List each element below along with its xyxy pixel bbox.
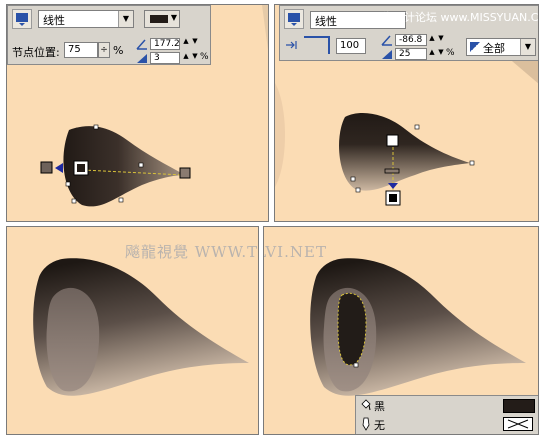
gradient-end-handle xyxy=(389,194,397,202)
fill-type-value: 线性 xyxy=(43,14,65,27)
fill-color-swatch[interactable] xyxy=(503,399,535,413)
outline-color-name: 无 xyxy=(374,419,385,432)
fill-type-icon[interactable] xyxy=(12,9,32,29)
edge-pad-spin-down-icon[interactable]: ▼ xyxy=(190,52,200,60)
fill-outline-status: 黑 无 xyxy=(355,395,538,434)
no-color-icon xyxy=(507,419,529,429)
gradient-arrow-icon xyxy=(388,183,398,189)
fill-color-name: 黑 xyxy=(374,400,385,413)
site-watermark-main: 飚龍視覺 WWW.TLVI.NET xyxy=(125,243,259,261)
site-watermark: 思缘设计论坛 www.MISSYUAN.COM xyxy=(371,11,539,24)
angle-spin-down-icon[interactable]: ▼ xyxy=(436,34,446,42)
gradient-node-handle xyxy=(77,164,85,172)
canvas-panel-bottom-right: 飚龍視覺 WWW.TLVI.NET 黑 无 xyxy=(263,226,539,435)
apply-scope-dropdown[interactable]: 全部 ▼ xyxy=(466,38,536,56)
canvas-panel-top-left: 线性 ▼ ▼ 节点位置: 75 ÷ % 177.2 ▲ ▼ 3 ▲ ▼ % xyxy=(6,4,269,222)
angle-spin-down-icon[interactable]: ▼ xyxy=(190,37,200,45)
node-position-label: 节点位置: xyxy=(12,46,60,59)
edge-pad-spin-down-icon[interactable]: ▼ xyxy=(436,48,446,56)
steps-icon xyxy=(286,40,298,50)
fill-type-value: 线性 xyxy=(315,15,337,28)
gradient-end-handle xyxy=(179,167,191,179)
outline-color-swatch[interactable] xyxy=(503,417,533,431)
steps-input[interactable]: 100 xyxy=(336,38,366,54)
gradient-preview xyxy=(304,36,330,54)
edge-pad-unit: % xyxy=(200,52,209,62)
angle-input[interactable]: -86.8 xyxy=(395,34,427,46)
fill-bucket-icon xyxy=(361,399,371,411)
color-swatch xyxy=(150,15,168,23)
edge-pad-unit: % xyxy=(446,48,455,58)
chevron-down-icon: ▼ xyxy=(170,13,177,22)
scope-icon xyxy=(470,42,480,52)
gradient-arrow-icon xyxy=(55,163,63,173)
angle-icon xyxy=(380,34,394,46)
selected-inner-shape xyxy=(337,292,367,366)
outline-pen-icon xyxy=(362,417,370,431)
gradient-start-handle xyxy=(40,161,53,174)
interactive-fill-toolbar-1: 线性 ▼ ▼ 节点位置: 75 ÷ % 177.2 ▲ ▼ 3 ▲ ▼ % xyxy=(7,5,211,65)
angle-icon xyxy=(135,38,149,50)
node-position-input[interactable]: 75 xyxy=(64,42,98,58)
fill-color-picker[interactable]: ▼ xyxy=(144,10,180,28)
site-watermark-main: 飚龍視覺 WWW.TLVI.NET xyxy=(264,243,327,261)
node-position-spinner[interactable]: ÷ xyxy=(98,42,110,58)
canvas-panel-bottom-left: 飚龍視覺 WWW.TLVI.NET xyxy=(6,226,259,435)
apply-scope-value: 全部 xyxy=(483,42,505,55)
canvas-panel-top-right: 线性 100 -86.8 ▲ ▼ 25 ▲ ▼ % 全部 ▼ 思缘设计论坛 ww… xyxy=(274,4,539,222)
fill-type-icon[interactable] xyxy=(284,9,304,29)
edge-pad-icon xyxy=(380,48,394,60)
edge-pad-input[interactable]: 25 xyxy=(395,48,427,60)
chevron-down-icon: ▼ xyxy=(520,39,535,55)
angle-input[interactable]: 177.2 xyxy=(150,38,180,50)
edge-pad-input[interactable]: 3 xyxy=(150,52,180,64)
gradient-midpoint-handle xyxy=(384,168,400,174)
node-position-unit: % xyxy=(113,44,124,57)
fill-type-dropdown[interactable]: 线性 ▼ xyxy=(38,10,134,28)
edge-pad-icon xyxy=(135,52,149,64)
gradient-start-handle xyxy=(386,134,399,147)
chevron-down-icon: ▼ xyxy=(118,11,133,27)
